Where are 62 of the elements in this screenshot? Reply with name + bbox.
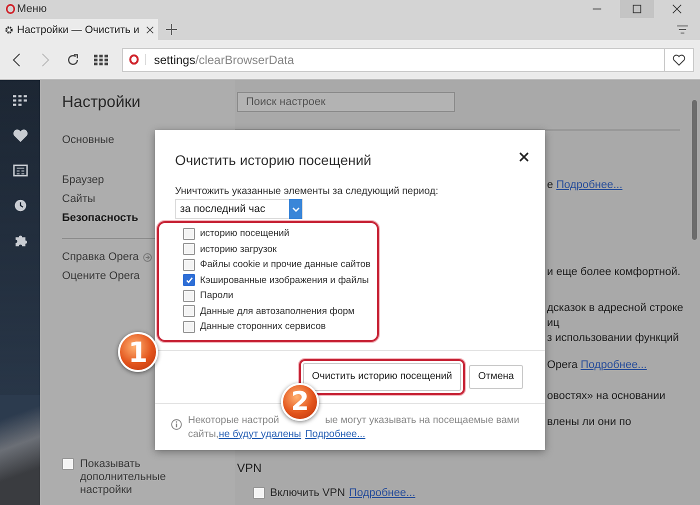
settings-text: влены ли они по [547, 416, 632, 428]
checkbox[interactable] [62, 458, 74, 470]
cancel-button[interactable]: Отмена [469, 364, 523, 388]
settings-text: дсказок в адресной строке [547, 302, 684, 314]
heart-icon[interactable] [12, 129, 28, 142]
close-icon[interactable] [672, 4, 682, 14]
note-text: сайты, [188, 428, 219, 440]
note-text: ые могут указывать на посещаемые вами [325, 414, 520, 426]
info-icon [171, 418, 182, 430]
checkbox[interactable] [183, 320, 195, 333]
settings-text: з использовании функций [547, 332, 679, 344]
address-field[interactable]: settings/clearBrowserData [122, 48, 665, 72]
heart-icon[interactable] [672, 54, 686, 66]
grid-icon[interactable] [94, 52, 108, 66]
checkbox[interactable] [183, 258, 195, 271]
gear-icon [4, 24, 14, 34]
show-advanced-checkbox[interactable]: Показывать дополнительные настройки [62, 458, 235, 497]
note-text: Некоторые настрой [188, 414, 280, 426]
settings-title: Настройки [62, 94, 142, 112]
note-link[interactable]: Подробнее... [305, 428, 366, 440]
note-link[interactable]: не будут удалены [218, 428, 302, 440]
checkbox-option[interactable]: Данные сторонних сервисов [183, 320, 377, 334]
opera-logo-icon[interactable] [6, 4, 15, 14]
checkbox[interactable] [183, 290, 195, 302]
settings-text: Opera [547, 359, 579, 371]
period-dropdown[interactable]: за последний час [175, 199, 303, 219]
checkbox-option[interactable]: историю посещений [183, 227, 377, 240]
checkbox-option[interactable]: Файлы cookie и прочие данные сайтов [183, 258, 377, 272]
menu-label[interactable]: Меню [17, 3, 47, 15]
news-icon[interactable] [12, 164, 28, 177]
checkbox[interactable] [183, 243, 195, 256]
checkbox-option[interactable]: Данные для автозаполнения форм [183, 304, 377, 318]
checkbox[interactable] [183, 274, 195, 286]
puzzle-icon[interactable] [12, 234, 28, 247]
checkbox-option[interactable]: историю загрузок [183, 242, 377, 256]
checkbox[interactable] [183, 305, 195, 318]
speed-dial-icon[interactable] [12, 94, 28, 107]
close-icon[interactable] [519, 152, 529, 162]
settings-text: иц [547, 317, 560, 329]
search-field[interactable]: Поиск настроек [237, 92, 455, 112]
browser-tab[interactable]: Настройки — Очистить и [0, 19, 158, 40]
close-icon[interactable] [146, 26, 154, 34]
settings-text: и еще более комфортной. [547, 266, 680, 278]
opera-logo-icon [129, 54, 146, 65]
maximize-icon[interactable] [632, 4, 642, 14]
reload-icon[interactable] [66, 52, 80, 66]
checkbox-option[interactable]: Кэшированные изображения и файлы [183, 274, 377, 287]
tab-menu-icon[interactable] [677, 25, 688, 34]
section-heading: VPN [237, 461, 263, 475]
period-label: Уничтожить указанные элементы за следующий период: [175, 186, 440, 197]
clock-icon[interactable] [12, 199, 28, 212]
checkbox[interactable] [253, 487, 265, 499]
dialog-title: Очистить историю посещений [175, 152, 372, 168]
checkbox-option[interactable]: Пароли [183, 289, 377, 302]
settings-text: овостях» на основании [547, 390, 666, 402]
checkbox[interactable] [183, 228, 195, 240]
scrollbar-thumb[interactable] [692, 100, 697, 240]
chevron-down-icon [292, 206, 300, 212]
plus-icon[interactable] [166, 24, 177, 35]
clear-history-button[interactable]: Очистить историю посещений [302, 362, 462, 390]
settings-text: е [547, 179, 554, 191]
vpn-checkbox[interactable]: Включить VPN [253, 487, 346, 499]
